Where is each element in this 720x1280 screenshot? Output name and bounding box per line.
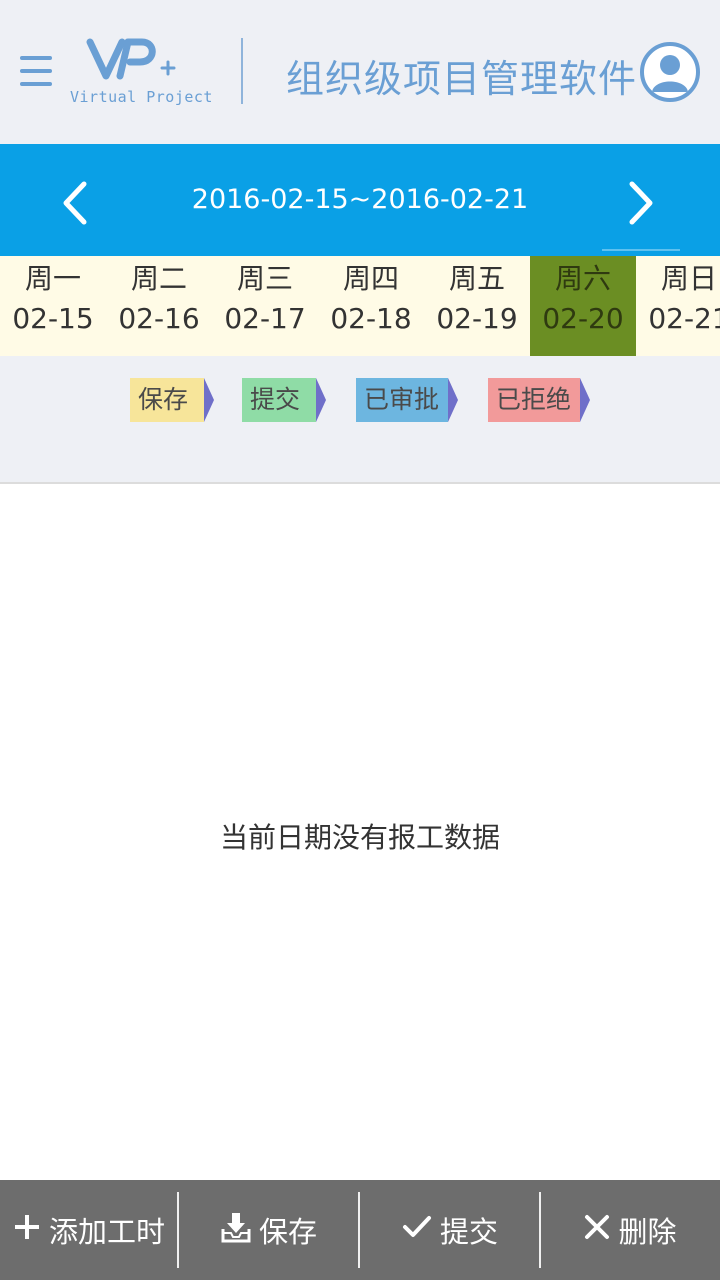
status-legend: 保存 提交 已审批 已拒绝 [0, 356, 720, 484]
legend-label: 提交 [250, 385, 301, 414]
vp-logo: Virtual Project [66, 34, 216, 108]
checkmark-icon [402, 1213, 432, 1247]
save-label: 保存 [258, 1215, 317, 1249]
day-name: 周一 [24, 262, 81, 295]
legend-label: 已审批 [364, 385, 440, 414]
menu-icon[interactable] [18, 52, 54, 90]
previous-week-icon[interactable] [58, 180, 92, 226]
day-date: 02-18 [330, 302, 412, 335]
day-sat-selected[interactable]: 周六 02-20 [530, 256, 636, 356]
submit-label: 提交 [439, 1215, 498, 1249]
week-range-label: 2016-02-15~2016-02-21 [191, 184, 529, 215]
week-navigator: 2016-02-15~2016-02-21 [0, 144, 720, 256]
day-name: 周日 [660, 262, 717, 295]
day-name: 周三 [236, 262, 293, 295]
add-hours-button[interactable]: 添加工时 [0, 1180, 178, 1280]
day-mon[interactable]: 周一 02-15 [0, 256, 106, 356]
legend-saved: 保存 [130, 378, 214, 422]
day-tue[interactable]: 周二 02-16 [106, 256, 212, 356]
legend-label: 保存 [138, 385, 189, 414]
plus-icon [13, 1213, 41, 1248]
day-date: 02-19 [436, 302, 518, 335]
day-fri[interactable]: 周五 02-19 [424, 256, 530, 356]
header-divider [241, 38, 243, 104]
save-button[interactable]: 保存 [179, 1180, 359, 1280]
empty-state-message: 当前日期没有报工数据 [219, 821, 500, 854]
day-wed[interactable]: 周三 02-17 [212, 256, 318, 356]
legend-rejected: 已拒绝 [488, 378, 590, 422]
legend-label: 已拒绝 [496, 385, 572, 414]
delete-button[interactable]: 删除 [541, 1180, 720, 1280]
user-avatar-icon[interactable] [640, 42, 700, 102]
day-name: 周二 [130, 262, 187, 295]
day-sun[interactable]: 周日 02-21 [636, 256, 720, 356]
day-date: 02-20 [542, 302, 624, 335]
timesheet-content: 当前日期没有报工数据 [0, 486, 720, 1180]
day-name: 周六 [554, 262, 611, 295]
day-date: 02-16 [118, 302, 200, 335]
day-thu[interactable]: 周四 02-18 [318, 256, 424, 356]
day-name: 周五 [448, 262, 505, 295]
logo-subtitle: Virtual Project [70, 88, 213, 106]
app-header: Virtual Project 组织级项目管理软件 [0, 0, 720, 144]
legend-submitted: 提交 [242, 378, 326, 422]
day-name: 周四 [342, 262, 399, 295]
day-date: 02-21 [648, 302, 720, 335]
submit-button[interactable]: 提交 [360, 1180, 540, 1280]
week-bar-underline [602, 249, 680, 251]
next-week-icon[interactable] [624, 180, 658, 226]
legend-approved: 已审批 [356, 378, 458, 422]
day-date: 02-17 [224, 302, 306, 335]
days-row: 周一 02-15 周二 02-16 周三 02-17 周四 02-18 周五 0… [0, 256, 720, 356]
app-title: 组织级项目管理软件 [286, 57, 638, 101]
delete-label: 删除 [618, 1215, 677, 1249]
day-date: 02-15 [12, 302, 94, 335]
close-icon [584, 1213, 610, 1247]
save-tray-icon [221, 1211, 251, 1250]
bottom-toolbar: 添加工时 保存 提交 删除 [0, 1180, 720, 1280]
add-hours-label: 添加工时 [48, 1215, 165, 1249]
